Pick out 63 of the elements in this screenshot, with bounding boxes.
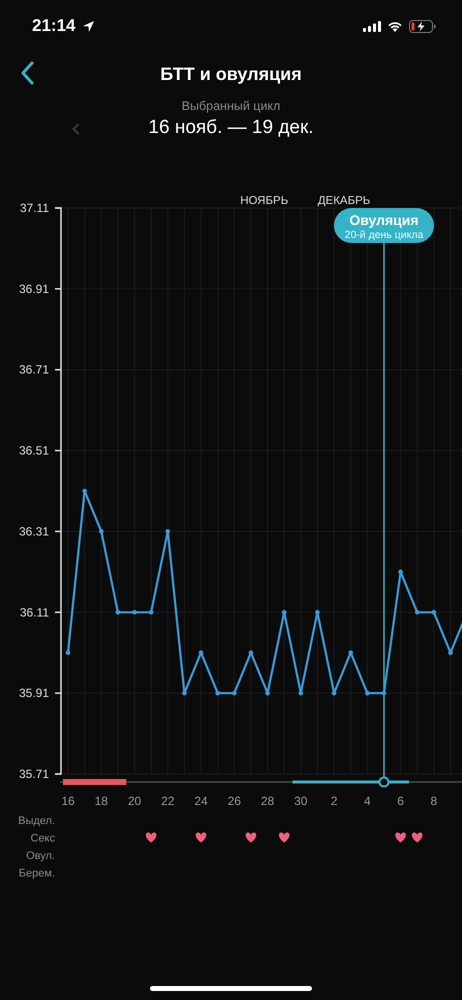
temperature-point (248, 650, 254, 656)
temperature-point (365, 690, 370, 696)
left-chevron-icon (72, 123, 80, 135)
track-label: Выдел. (18, 815, 55, 827)
x-tick-label: 6 (397, 794, 404, 808)
y-tick-label: 36.51 (18, 444, 49, 458)
y-tick-label: 35.71 (18, 767, 49, 781)
temperature-point (348, 650, 353, 656)
temperature-point (315, 610, 320, 615)
temperature-point (132, 610, 137, 615)
x-tick-label: 2 (330, 794, 338, 808)
cycle-range: 16 нояб. — 19 дек. (148, 117, 314, 139)
temperature-point (282, 610, 286, 615)
track-label: Секс (30, 832, 55, 844)
temperature-point (182, 690, 187, 696)
temperature-point (398, 570, 403, 574)
month-label: ДЕКАБРЬ (318, 195, 370, 207)
x-tick-label: 8 (430, 794, 438, 808)
x-tick-label: 22 (161, 794, 174, 808)
wifi-icon (387, 20, 403, 32)
x-tick-label: 26 (228, 794, 241, 808)
temperature-point (298, 690, 304, 696)
temperature-point (432, 610, 436, 615)
y-tick-label: 37.11 (20, 201, 49, 215)
temperature-point (332, 690, 336, 696)
track-label: Овул. (26, 850, 55, 862)
battery-charging-icon (409, 20, 436, 32)
track-label: Берем. (18, 868, 55, 880)
x-tick-label: 20 (128, 794, 142, 808)
temperature-point (448, 650, 453, 656)
x-tick-label: 18 (94, 794, 108, 808)
x-tick-label: 16 (61, 794, 75, 808)
back-button[interactable] (20, 61, 34, 85)
status-time: 21:14 (32, 16, 76, 36)
x-tick-label: 30 (294, 794, 308, 808)
temperature-point (414, 610, 420, 615)
temperature-point (215, 690, 220, 696)
ovulation-marker (378, 776, 390, 788)
temperature-point (382, 690, 386, 696)
location-arrow-icon (82, 20, 96, 32)
temperature-point (66, 650, 70, 656)
temperature-point (98, 529, 104, 534)
temperature-point (265, 690, 270, 696)
temperature-point (148, 610, 154, 615)
x-tick-label: 28 (260, 794, 274, 808)
y-tick-label: 36.11 (20, 605, 49, 620)
temperature-point (82, 488, 87, 494)
temperature-point (232, 690, 237, 696)
temperature-point (116, 610, 120, 615)
x-tick-label: 24 (194, 794, 208, 808)
cycle-caption: Выбранный цикл (182, 99, 280, 113)
ovulation-callout: Овуляция 20-й день цикла (334, 208, 434, 243)
y-tick-label: 35.91 (18, 686, 49, 700)
temperature-point (198, 650, 204, 656)
y-tick-label: 36.91 (18, 282, 49, 296)
y-tick-label: 36.31 (18, 524, 49, 538)
y-tick-label: 36.71 (18, 362, 49, 377)
x-tick-label: 4 (364, 794, 371, 808)
month-label: НОЯБРЬ (240, 195, 288, 207)
back-chevron-icon (20, 61, 34, 85)
signal-icon (363, 20, 381, 32)
temperature-point (165, 529, 170, 534)
screen-title: БТТ и овуляция (160, 64, 302, 84)
